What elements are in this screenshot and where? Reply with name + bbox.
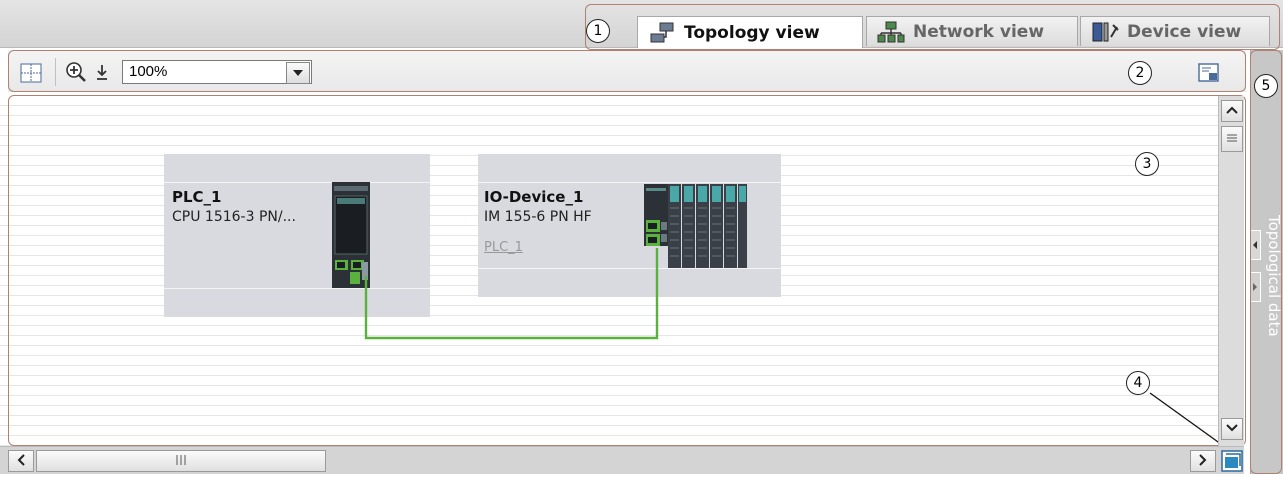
tab-device-view[interactable]: Device view — [1080, 16, 1270, 46]
zoom-in-icon — [64, 62, 88, 88]
vertical-scrollbar[interactable] — [1218, 96, 1244, 446]
device-divider-bottom — [164, 288, 430, 289]
callout-5: 5 — [1254, 74, 1278, 98]
grid-icon — [20, 63, 42, 88]
chevron-left-icon — [16, 453, 26, 470]
overview-navigation-corner-button[interactable] — [1220, 449, 1244, 473]
chevron-down-icon — [1225, 422, 1239, 436]
callout-2: 2 — [1128, 61, 1152, 85]
scroll-left-button[interactable] — [8, 450, 34, 472]
device-name: PLC_1 — [172, 188, 222, 206]
grip-icon — [1226, 132, 1238, 146]
device-divider-bottom — [478, 268, 781, 269]
zoom-step-button[interactable] — [95, 62, 109, 82]
chevron-up-icon — [1225, 104, 1239, 118]
grip-icon — [175, 454, 187, 469]
chevron-right-icon — [1198, 453, 1208, 470]
scroll-up-button[interactable] — [1221, 100, 1243, 122]
tab-network-label: Network view — [913, 21, 1045, 42]
callout-3: 3 — [1135, 152, 1159, 176]
device-io-controller-link[interactable]: PLC_1 — [484, 240, 523, 255]
horizontal-scrollbar[interactable] — [0, 446, 1244, 474]
zoom-value: 100% — [129, 63, 168, 80]
device-icon — [1091, 21, 1119, 43]
fit-grid-button[interactable] — [20, 62, 42, 84]
scroll-down-button[interactable] — [1221, 418, 1243, 440]
callout-1: 1 — [586, 19, 610, 43]
zoom-dropdown-button[interactable] — [286, 62, 310, 84]
topology-icon — [648, 22, 676, 44]
io-device-image — [644, 182, 748, 268]
device-type: IM 155-6 PN HF — [484, 209, 592, 225]
device-divider-top — [164, 182, 430, 183]
overview-navigation-button[interactable] — [1197, 61, 1221, 85]
plc-cpu-image — [332, 182, 370, 288]
device-type: CPU 1516-3 PN/... — [172, 209, 296, 225]
tab-topology-label: Topology view — [684, 22, 820, 43]
side-panel-frame — [1250, 50, 1282, 474]
device-io-device-1[interactable]: IO-Device_1 IM 155-6 PN HF PLC_1 — [478, 154, 781, 297]
device-plc-1[interactable]: PLC_1 CPU 1516-3 PN/... — [164, 154, 430, 317]
zoom-arrow-icon — [95, 65, 109, 86]
toolbar-separator — [55, 58, 56, 86]
tab-topology-view[interactable]: Topology view — [637, 16, 863, 48]
zoom-select[interactable]: 100% — [122, 60, 312, 84]
scroll-right-button[interactable] — [1190, 450, 1216, 472]
scroll-thumb[interactable] — [1221, 126, 1243, 152]
zoom-in-button[interactable] — [64, 60, 88, 84]
tab-device-label: Device view — [1127, 21, 1242, 42]
tab-network-view[interactable]: Network view — [866, 16, 1078, 46]
network-icon — [877, 21, 905, 43]
callout-4: 4 — [1126, 371, 1150, 395]
overview-icon — [1197, 63, 1221, 89]
device-name: IO-Device_1 — [484, 188, 584, 206]
navigation-icon — [1220, 450, 1244, 477]
horizontal-scroll-thumb[interactable] — [36, 450, 326, 472]
